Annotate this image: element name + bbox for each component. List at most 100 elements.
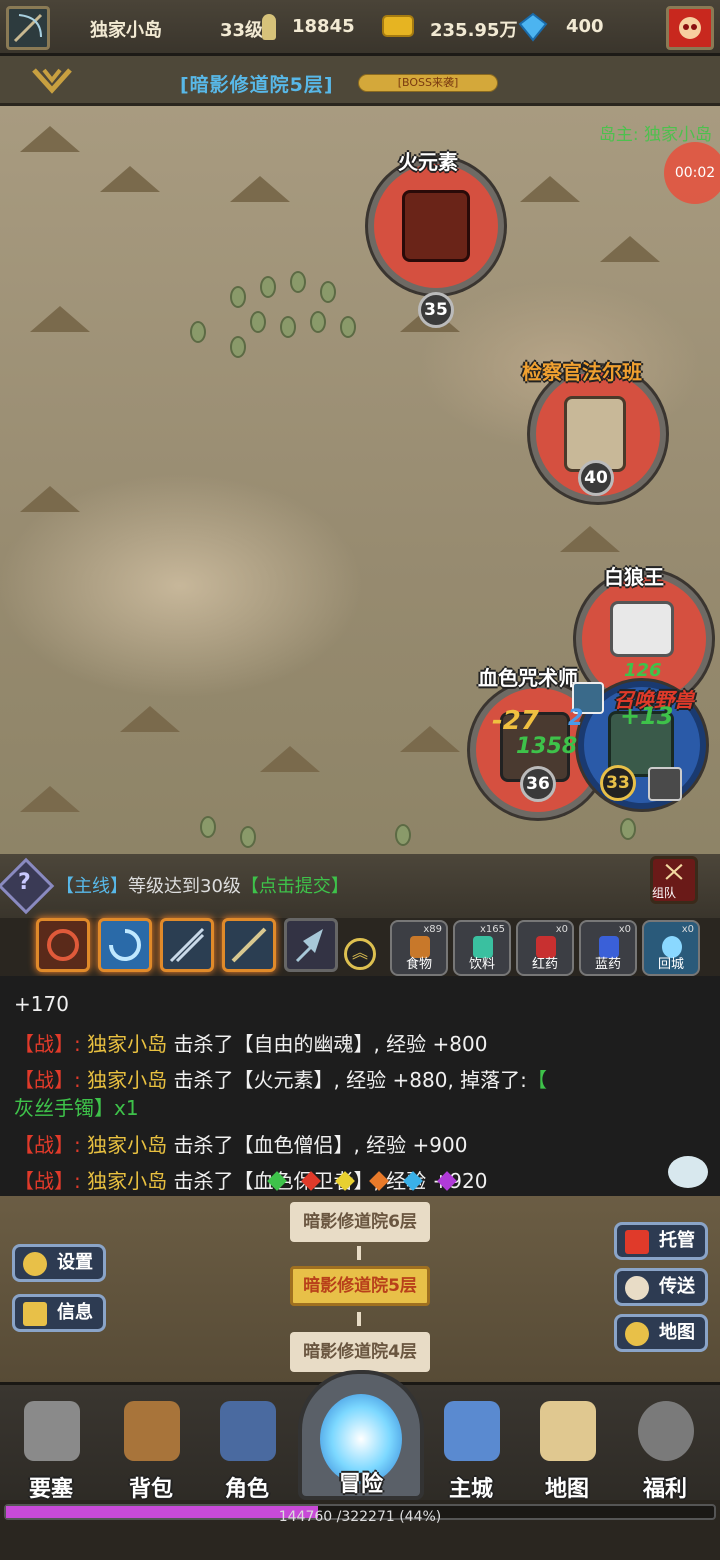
item-return-scroll[interactable]: x0 回城 — [642, 920, 700, 976]
tree — [320, 281, 336, 303]
mountain — [20, 486, 80, 512]
floor-current-button[interactable]: 暗影修道院5层 — [290, 1266, 430, 1306]
skill-multishot[interactable] — [160, 918, 214, 972]
chevron-down-icon[interactable] — [30, 66, 74, 96]
player-name: 独家小岛 — [90, 20, 162, 41]
heal-number: 1358 — [516, 734, 578, 759]
mountain — [520, 176, 580, 202]
connector — [357, 1312, 361, 1326]
arrowhead-icon — [295, 929, 323, 963]
floor-panel: 暗影修道院6层 暗影修道院5层 暗影修道院4层 设置 信息 托管 传送 地图 — [0, 1196, 720, 1382]
team-label: 组队 — [652, 886, 677, 900]
nav-adventure[interactable]: 冒险 — [298, 1370, 424, 1500]
mountain — [20, 786, 80, 812]
item-food[interactable]: x89 食物 — [390, 920, 448, 976]
item-blue-potion[interactable]: x0 蓝药 — [579, 920, 637, 976]
item-red-potion[interactable]: x0 红药 — [516, 920, 574, 976]
player-level: 33级 — [220, 20, 264, 41]
enemy-name: 白狼王 — [604, 565, 664, 589]
tree — [260, 276, 276, 298]
power-icon — [262, 14, 276, 40]
log-line: +170 — [14, 992, 69, 1016]
battle-log[interactable]: +170 【战】: 独家小岛 击杀了【自由的幽魂】, 经验 +800 【战】: … — [0, 976, 720, 1196]
avatar[interactable] — [6, 6, 50, 50]
tree — [230, 286, 246, 308]
battle-map[interactable]: 岛主: 独家小岛 00:02 火元素 35 检察官法尔班 40 白狼王 血色咒术… — [0, 106, 720, 854]
chat-bubble-icon[interactable] — [668, 1156, 708, 1188]
enemy-level: 35 — [418, 292, 454, 328]
power-value: 18845 — [292, 16, 355, 37]
xp-bar: 144760 /322271 (44%) — [4, 1504, 716, 1525]
diamond-icon[interactable] — [518, 12, 548, 42]
mountain — [30, 306, 90, 332]
tree — [340, 316, 356, 338]
settings-button[interactable]: 设置 — [12, 1244, 106, 1282]
mountain — [600, 236, 660, 262]
teleport-button[interactable]: 传送 — [614, 1268, 708, 1306]
list-icon — [23, 1302, 47, 1326]
item-drink[interactable]: x165 饮料 — [453, 920, 511, 976]
arrows-icon — [169, 927, 205, 963]
quest-bar[interactable]: ? 【主线】等级达到30级【点击提交】 — [0, 854, 720, 918]
quest-tag: 【主线】 — [56, 876, 128, 897]
floor-up-button[interactable]: 暗影修道院6层 — [290, 1202, 430, 1242]
heal-number: +13 — [620, 702, 674, 730]
mountain — [120, 706, 180, 732]
nav-character[interactable]: 角色 — [202, 1395, 292, 1502]
countdown-timer: 00:02 — [664, 142, 720, 204]
tree — [310, 311, 326, 333]
quest-submit-link[interactable]: 【点击提交】 — [241, 876, 349, 897]
skill-target[interactable] — [36, 918, 90, 972]
boss-skull-button[interactable] — [666, 6, 714, 50]
dungeon-title: [暗影修道院5层] — [180, 74, 334, 96]
quest-description: 等级达到30级 — [128, 876, 241, 897]
enemy-level: 40 — [578, 460, 614, 496]
fire-elemental-sprite — [402, 190, 470, 262]
swirl-icon — [109, 929, 141, 961]
tree — [250, 311, 266, 333]
nav-adventure-label: 冒险 — [338, 1472, 383, 1497]
tree — [200, 816, 216, 838]
floor-down-button[interactable]: 暗影修道院4层 — [290, 1332, 430, 1372]
log-line: 【战】: 独家小岛 击杀了【自由的幽魂】, 经验 +800 — [14, 1032, 488, 1056]
tree — [280, 316, 296, 338]
player-level-badge: 33 — [600, 765, 636, 801]
expand-skills-button[interactable]: ︽ — [344, 938, 376, 970]
boss-progress-bar: [BOSS来袭] — [358, 74, 498, 92]
info-button[interactable]: 信息 — [12, 1294, 106, 1332]
skill-piercing[interactable] — [222, 918, 276, 972]
mountain — [260, 746, 320, 772]
gong-icon — [638, 1401, 694, 1461]
mountain — [400, 726, 460, 752]
skull-icon — [625, 1276, 649, 1300]
nav-fortress[interactable]: 要塞 — [6, 1395, 96, 1502]
tree — [230, 336, 246, 358]
fortress-icon — [24, 1401, 80, 1461]
spear-icon — [231, 927, 267, 963]
target-icon — [47, 929, 79, 961]
skill-whirlwind[interactable] — [98, 918, 152, 972]
log-line: 灰丝手镯】x1 — [14, 1096, 139, 1120]
skull-icon — [679, 17, 701, 39]
quest-text[interactable]: 【主线】等级达到30级【点击提交】 — [56, 872, 349, 898]
backpack-icon — [124, 1401, 180, 1461]
nav-welfare[interactable]: 福利 — [620, 1395, 710, 1502]
nav-map[interactable]: 地图 — [522, 1395, 612, 1502]
tree — [620, 818, 636, 840]
log-line: 【战】: 独家小岛 击杀了【火元素】, 经验 +880, 掉落了:【 — [14, 1068, 547, 1092]
skill-arrow[interactable] — [284, 918, 338, 972]
nav-backpack[interactable]: 背包 — [106, 1395, 196, 1502]
skill-bar: ︽ x89 食物 x165 饮料 x0 红药 x0 蓝药 x0 回城 — [0, 912, 720, 976]
mana-number: 2 — [568, 706, 584, 731]
connector — [357, 1246, 361, 1260]
nav-main-city[interactable]: 主城 — [426, 1395, 516, 1502]
gold-icon[interactable] — [382, 15, 414, 37]
gear-icon — [23, 1252, 47, 1276]
auto-battle-button[interactable]: 托管 — [614, 1222, 708, 1260]
location-pin-icon — [625, 1322, 649, 1346]
map-button[interactable]: 地图 — [614, 1314, 708, 1352]
top-bar: 独家小岛 33级 18845 235.95万 400 — [0, 0, 720, 56]
mountain — [230, 176, 290, 202]
mountain — [20, 126, 80, 152]
enemy-name: 火元素 — [398, 150, 458, 174]
